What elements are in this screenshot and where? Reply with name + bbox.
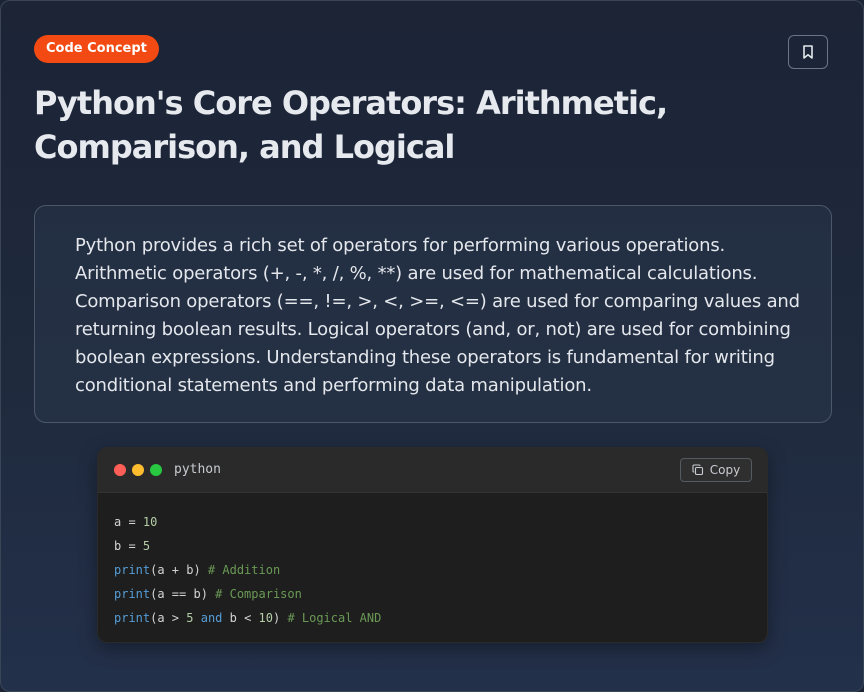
code-token: b < [222,611,259,625]
copy-button-label: Copy [709,463,741,477]
code-language-label: python [174,462,221,477]
code-token: print [114,563,151,577]
code-token: a = [114,515,143,529]
bookmark-button[interactable] [788,35,828,69]
code-token: (a > [150,611,187,625]
code-token: print [114,611,151,625]
code-token: # Addition [207,563,281,577]
page-title: Python's Core Operators: Arithmetic, Com… [34,84,668,166]
window-maximize-dot [150,464,162,476]
code-token: # Logical AND [287,611,382,625]
bookmark-icon [803,45,813,59]
code-content: a = 10 b = 5 print(a + b) # Addition print(… [114,510,381,630]
window-minimize-dot [132,464,144,476]
code-token: (a + b) [150,563,208,577]
description-panel: Python provides a rich set of operators … [34,205,832,423]
copy-button[interactable]: Copy [680,458,752,482]
code-line: print(a + b) # Addition [114,558,381,582]
window-close-dot [114,464,126,476]
code-line: print(a > 5 and b < 10) # Logical AND [114,606,381,630]
code-header: python Copy [98,448,767,493]
code-block: python Copy a = 10 b = 5 print(a + b) # Ad… [97,447,768,643]
code-token: b = [114,539,143,553]
code-token: 10 [142,515,158,529]
code-token: and [200,611,223,625]
category-badge: Code Concept [34,35,159,63]
code-token: 10 [258,611,273,625]
code-line: a = 10 [114,510,381,534]
description-text: Python provides a rich set of operators … [75,235,800,396]
code-line: print(a == b) # Comparison [114,582,381,606]
code-token: (a == b) [150,587,216,601]
code-token: # Comparison [215,587,302,601]
code-token: 5 [142,539,151,553]
code-token: ) [272,611,288,625]
code-token: print [114,587,151,601]
concept-card: Code Concept Python's Core Operators: Ar… [0,0,864,692]
code-line: b = 5 [114,534,381,558]
copy-icon [692,464,703,476]
